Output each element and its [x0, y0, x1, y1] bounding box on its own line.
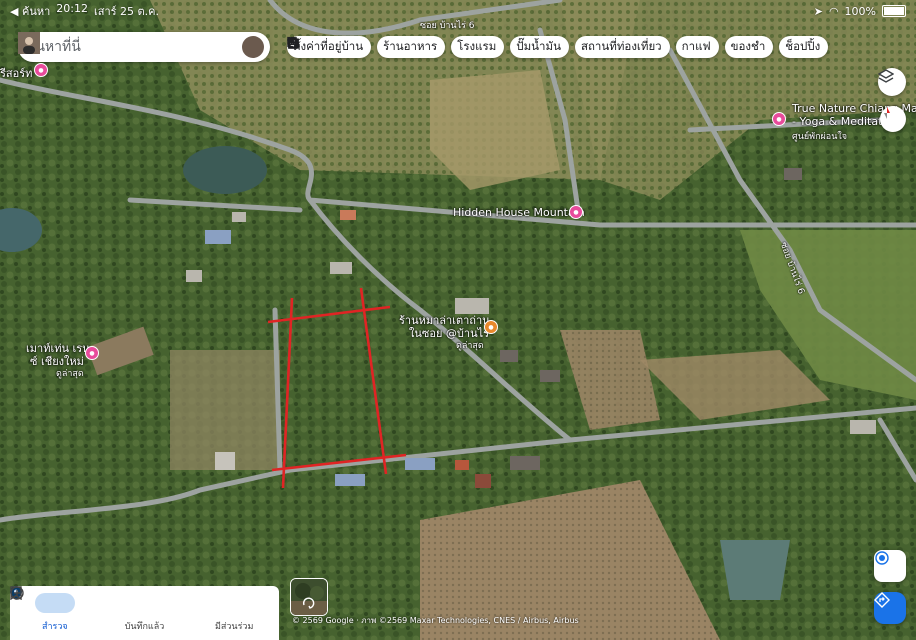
battery-percent: 100%	[844, 4, 876, 18]
explore-pin-icon	[10, 586, 75, 613]
chip-label: ของชำ	[730, 39, 766, 53]
compass-icon	[884, 107, 890, 119]
chip-shopping[interactable]: ช็อปปิ้ง	[288, 36, 829, 58]
label-resort[interactable]: รีสอร์ท	[0, 64, 32, 82]
poi-mookata-marker[interactable]: ●	[484, 320, 498, 334]
satellite-map[interactable]: ◀ ค้นหา 20:12 เสาร์ 25 ต.ค. ➤ ◠ 100% ค้น…	[0, 0, 916, 640]
map-attribution: © 2569 Google · ภาพ ©2569 Maxar Technolo…	[292, 616, 579, 625]
layers-icon	[878, 69, 894, 83]
chip-gas-station[interactable]: ปั๊มน้ำมัน	[288, 36, 569, 58]
chip-label: ตั้งค่าที่อยู่บ้าน	[293, 39, 364, 53]
search-bar[interactable]: ค้นหาที่นี่	[18, 32, 270, 62]
chip-restaurant[interactable]: ร้านอาหาร	[287, 36, 446, 58]
layers-button[interactable]	[878, 68, 906, 96]
status-date: เสาร์ 25 ต.ค.	[93, 5, 160, 18]
label-true-nature-sub: ศูนย์พักผ่อนใจ	[792, 132, 848, 142]
chip-coffee[interactable]: กาแฟ	[288, 36, 719, 58]
chip-label: กาแฟ	[681, 39, 711, 53]
chip-label: ร้านอาหาร	[383, 39, 438, 53]
shopping-icon	[288, 36, 299, 49]
directions-button[interactable]	[874, 592, 906, 624]
directions-icon	[874, 592, 890, 608]
my-location-icon	[875, 551, 889, 565]
chip-label: โรงแรม	[457, 39, 497, 53]
label-mookata-sub: ดูล่าสุด	[456, 341, 484, 351]
bookmark-icon	[10, 586, 165, 613]
nav-label: สำรวจ	[41, 622, 68, 632]
poi-mountain-marker[interactable]: ●	[85, 346, 99, 360]
compass-button[interactable]	[880, 106, 906, 132]
nav-saved[interactable]: บันทึกแล้ว	[10, 586, 190, 640]
label-hidden-house[interactable]: Hidden House Mountain	[453, 206, 585, 219]
poi-hidden-house-marker[interactable]: ●	[569, 205, 583, 219]
street-view-image	[291, 579, 327, 615]
chip-label: สถานที่ท่องเที่ยว	[580, 39, 662, 53]
nav-label: มีส่วนร่วม	[214, 622, 254, 632]
street-view-thumbnail[interactable]	[290, 578, 328, 616]
wifi-icon: ◠	[828, 4, 839, 18]
category-chips: ตั้งค่าที่อยู่บ้าน ร้านอาหาร โรงแรม ปั๊ม…	[287, 36, 829, 58]
chip-attraction[interactable]: สถานที่ท่องเที่ยว	[288, 36, 670, 58]
chip-label: ช็อปปิ้ง	[785, 39, 821, 53]
chip-label: ปั๊มน้ำมัน	[516, 39, 561, 53]
my-location-button[interactable]	[874, 550, 906, 582]
add-circle-icon	[10, 586, 254, 613]
label-soi-top: ซอย บ้านไร่ 6	[420, 21, 475, 31]
label-mountain-sub: ดูล่าสุด	[56, 369, 84, 379]
battery-icon	[882, 5, 906, 17]
bottom-navigation: สำรวจ บันทึกแล้ว มีส่วนร่วม	[10, 586, 279, 640]
status-time: 20:12	[56, 2, 88, 15]
back-to-app[interactable]: ◀ ค้นหา	[10, 2, 50, 20]
location-arrow-icon: ➤	[813, 4, 823, 18]
nav-label: บันทึกแล้ว	[124, 622, 165, 632]
chip-hotel[interactable]: โรงแรม	[287, 36, 505, 58]
account-avatar[interactable]	[18, 32, 264, 58]
chip-grocery[interactable]: ของชำ	[287, 36, 774, 58]
poi-resort-marker[interactable]: ●	[34, 63, 48, 77]
poi-true-nature-marker[interactable]: ●	[772, 112, 786, 126]
search-input[interactable]: ค้นหาที่นี่	[26, 36, 242, 58]
nav-contribute[interactable]: มีส่วนร่วม	[10, 586, 279, 640]
